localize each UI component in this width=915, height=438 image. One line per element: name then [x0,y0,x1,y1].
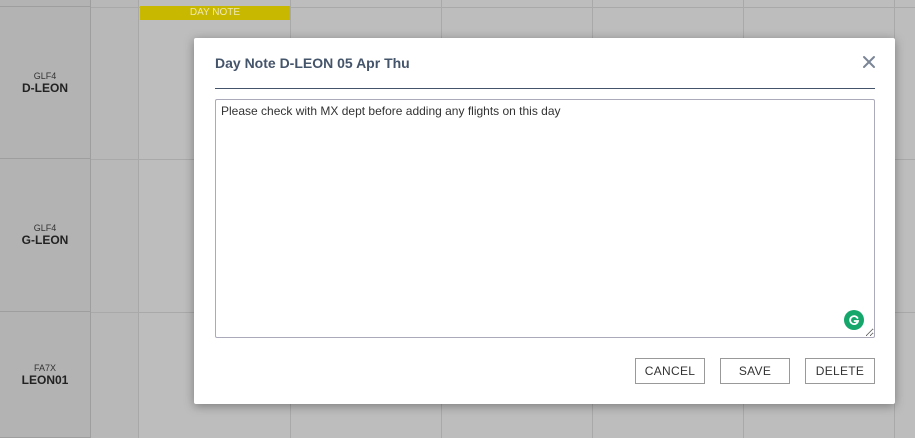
grid-line [91,159,139,160]
aircraft-type: FA7X [33,362,56,373]
day-note-dialog: Day Note D-LEON 05 Apr Thu Please check … [194,38,895,404]
title-divider [215,88,875,89]
dialog-title: Day Note D-LEON 05 Apr Thu [215,55,410,71]
save-button[interactable]: SAVE [720,358,790,384]
row-header-leon01[interactable]: FA7X LEON01 [0,312,91,438]
row-header-d-leon[interactable]: GLF4 D-LEON [0,7,91,159]
day-note-textarea[interactable]: Please check with MX dept before adding … [215,99,875,338]
aircraft-type: GLF4 [33,223,57,233]
grid-line [91,7,139,8]
aircraft-type: GLF4 [33,70,57,81]
aircraft-registration: LEON01 [21,372,69,387]
aircraft-registration: D-LEON [22,80,68,95]
row-header-top [0,0,91,7]
day-note-tag[interactable]: DAY NOTE [140,6,290,20]
schedule-spacer-column [91,0,139,438]
row-header-g-leon[interactable]: GLF4 G-LEON [0,159,91,312]
delete-button[interactable]: DELETE [805,358,875,384]
cancel-button[interactable]: CANCEL [635,358,705,384]
grammarly-icon[interactable] [844,310,864,330]
grid-line [91,312,139,313]
close-icon[interactable] [861,54,877,70]
aircraft-registration: G-LEON [21,233,69,247]
